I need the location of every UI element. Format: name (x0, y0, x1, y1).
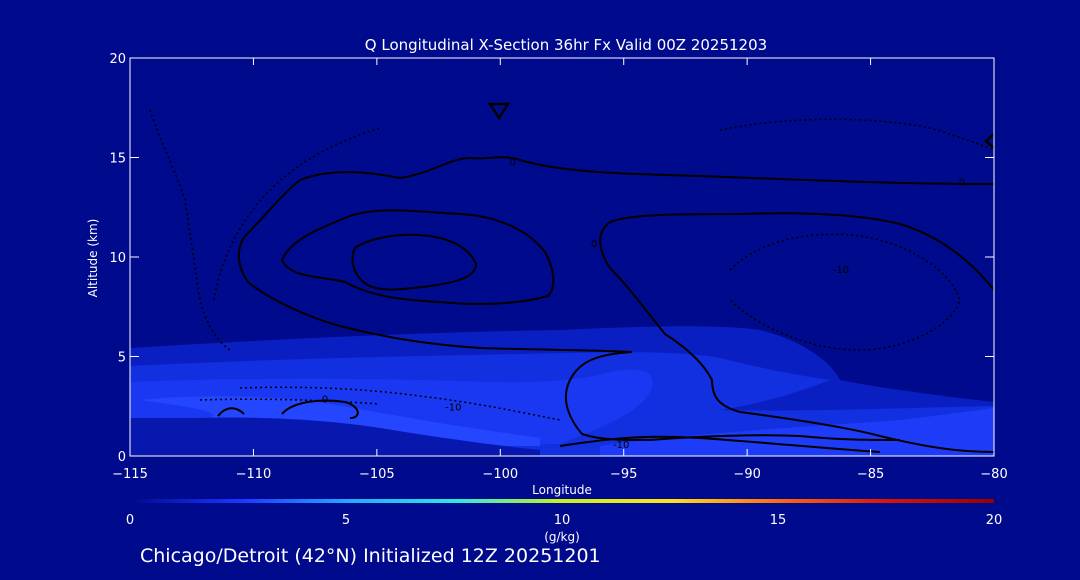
contour-label: -10 (445, 402, 461, 413)
colorbar-tick-label: 0 (126, 513, 134, 528)
contour-mid-loop (280, 209, 555, 305)
y-tick-label: 5 (118, 351, 126, 366)
footer-caption: Chicago/Detroit (42°N) Initialized 12Z 2… (140, 545, 601, 567)
colorbar-ticks: 0 5 10 15 20 (126, 513, 1002, 528)
colorbar-tick-label: 5 (342, 513, 350, 528)
colorbar-tick-label: 15 (770, 513, 787, 528)
chart-svg: Q Longitudinal X-Section 36hr Fx Valid 0… (86, 36, 1008, 567)
y-axis-title: Altitude (km) (86, 219, 100, 298)
contour-label: 0 (591, 239, 597, 250)
contour-triangle (487, 102, 511, 121)
x-tick-label: −95 (610, 467, 637, 482)
x-tick-label: −85 (857, 467, 884, 482)
dotted-east-loop (719, 118, 994, 151)
moisture-shading (130, 326, 994, 456)
colorbar-tick-label: 20 (986, 513, 1003, 528)
y-tick-label: 15 (109, 152, 126, 167)
x-tick-label: −100 (482, 467, 518, 482)
contour-outer-west (299, 156, 994, 185)
x-tick-label: −80 (980, 467, 1007, 482)
contour-label: 0 (509, 157, 515, 168)
contour-east-edge-tick (984, 133, 994, 149)
y-tick-label: 0 (118, 450, 126, 465)
x-tick-label: −105 (359, 467, 395, 482)
dotted-west-curve (149, 109, 231, 351)
colorbar-unit-label: (g/kg) (544, 530, 580, 544)
x-tick-label: −110 (236, 467, 272, 482)
contour-label: 0 (322, 394, 328, 405)
contour-label: 0 (959, 177, 965, 188)
contour-inner-loop (351, 233, 478, 291)
x-axis-title: Longitude (532, 483, 592, 497)
y-tick-label: 10 (109, 251, 126, 266)
contour-label: -10 (613, 440, 629, 451)
chart-title: Q Longitudinal X-Section 36hr Fx Valid 0… (365, 36, 767, 54)
x-tick-label: −115 (112, 467, 148, 482)
chart-figure: Q Longitudinal X-Section 36hr Fx Valid 0… (0, 0, 1080, 576)
y-tick-label: 20 (109, 52, 126, 67)
colorbar-tick-label: 10 (554, 513, 571, 528)
colorbar (130, 499, 994, 503)
contour-label: -10 (833, 265, 849, 276)
x-tick-label: −90 (733, 467, 760, 482)
